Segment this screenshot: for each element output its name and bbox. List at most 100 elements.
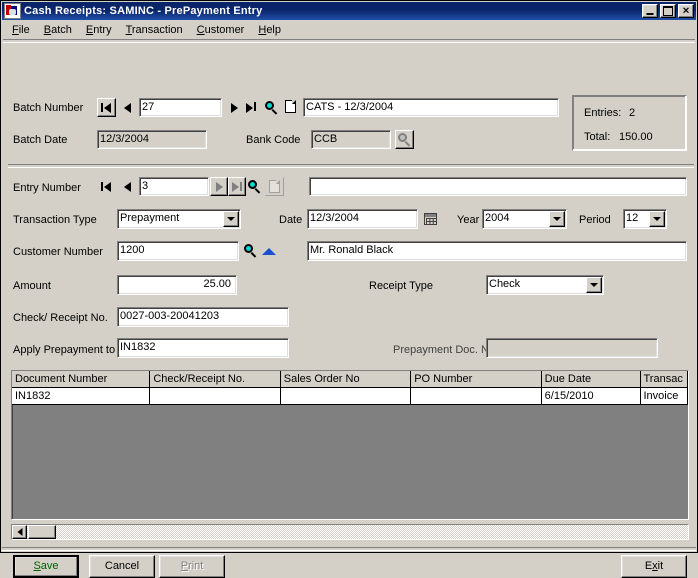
apply-prepayment-label: Apply Prepayment to: [13, 344, 115, 356]
cancel-button-label: Cancel: [105, 560, 139, 572]
menu-item-customer[interactable]: Customer: [190, 22, 252, 38]
menu-bar: File Batch Entry Transaction Customer He…: [1, 21, 697, 39]
grid-cell[interactable]: [281, 388, 411, 404]
grid-body: IN1832 6/15/2010Invoice: [12, 388, 688, 405]
batch-prev-button[interactable]: [120, 98, 137, 117]
grid-column-header[interactable]: Document Number: [12, 371, 150, 387]
scrollbar-thumb[interactable]: [28, 525, 56, 539]
date-label: Date: [279, 214, 302, 226]
batch-date-label: Batch Date: [13, 134, 67, 146]
title-bar: Cash Receipts: SAMINC - PrePayment Entry…: [2, 2, 696, 20]
batch-section-divider: [8, 164, 694, 168]
transaction-type-chevron-down-icon[interactable]: [223, 211, 239, 227]
grid-header-row: Document NumberCheck/Receipt No.Sales Or…: [12, 371, 688, 388]
app-icon: [4, 3, 21, 19]
year-select[interactable]: 2004: [482, 209, 567, 229]
grid-column-header[interactable]: Due Date: [542, 371, 641, 387]
menu-item-transaction[interactable]: Transaction: [119, 22, 190, 38]
grid-column-header[interactable]: Sales Order No: [281, 371, 411, 387]
batch-date-input: 12/3/2004: [97, 130, 207, 149]
menu-item-entry[interactable]: Entry: [79, 22, 119, 38]
entry-number-input[interactable]: 3: [139, 177, 209, 196]
documents-grid[interactable]: Document NumberCheck/Receipt No.Sales Or…: [11, 370, 689, 520]
customer-number-input[interactable]: 1200: [117, 241, 239, 261]
grid-cell[interactable]: [411, 388, 541, 404]
batch-number-input[interactable]: 27: [139, 98, 222, 117]
entry-first-button[interactable]: [99, 177, 117, 196]
grid-cell[interactable]: IN1832: [12, 388, 150, 404]
grid-cell[interactable]: Invoice: [641, 388, 688, 404]
scroll-left-button[interactable]: [12, 525, 27, 539]
print-button: Print: [159, 555, 225, 578]
prepayment-doc-no-input: [486, 338, 658, 358]
menu-item-file[interactable]: File: [5, 22, 37, 38]
receipt-type-select[interactable]: Check: [486, 275, 604, 295]
year-value: 2004: [485, 212, 509, 224]
transaction-type-label: Transaction Type: [13, 214, 97, 226]
window-controls: ✕: [642, 4, 695, 18]
period-select[interactable]: 12: [623, 209, 667, 229]
entry-last-button: [228, 177, 246, 196]
maximize-button[interactable]: [660, 4, 676, 18]
transaction-type-select[interactable]: Prepayment: [117, 209, 241, 229]
bank-code-input: CCB: [311, 130, 391, 149]
prepayment-doc-no-label: Prepayment Doc. No.: [393, 344, 498, 356]
batch-first-button[interactable]: [97, 98, 116, 117]
menu-item-help[interactable]: Help: [251, 22, 288, 38]
cancel-button[interactable]: Cancel: [89, 555, 155, 578]
entry-number-label: Entry Number: [13, 182, 81, 194]
receipt-type-value: Check: [489, 278, 520, 290]
batch-search-icon[interactable]: [265, 101, 279, 115]
print-button-label: Print: [181, 560, 204, 572]
close-button[interactable]: ✕: [678, 4, 694, 18]
customer-drill-up-icon[interactable]: [262, 248, 276, 255]
window-title: Cash Receipts: SAMINC - PrePayment Entry: [24, 5, 642, 17]
entries-value: 2: [629, 107, 635, 119]
year-label: Year: [457, 214, 479, 226]
grid-column-header[interactable]: PO Number: [411, 371, 541, 387]
grid-cell[interactable]: 6/15/2010: [542, 388, 641, 404]
date-input[interactable]: 12/3/2004: [307, 209, 418, 229]
application-window: Cash Receipts: SAMINC - PrePayment Entry…: [0, 0, 698, 553]
entries-label: Entries:: [584, 107, 621, 119]
batch-new-icon[interactable]: [285, 100, 296, 113]
grid-column-header[interactable]: Transac: [641, 371, 688, 387]
footer-divider: [2, 547, 696, 551]
grid-column-header[interactable]: Check/Receipt No.: [150, 371, 280, 387]
grid-cell[interactable]: [150, 388, 280, 404]
year-chevron-down-icon[interactable]: [549, 211, 565, 227]
exit-button-label: Exit: [645, 560, 663, 572]
amount-input[interactable]: 25.00: [117, 275, 237, 295]
entry-description-input[interactable]: [309, 177, 687, 196]
save-button[interactable]: Save: [13, 555, 79, 578]
check-receipt-no-input[interactable]: 0027-003-20041203: [117, 307, 289, 327]
check-receipt-no-label: Check/ Receipt No.: [13, 312, 108, 324]
receipt-type-chevron-down-icon[interactable]: [586, 277, 602, 293]
apply-prepayment-input[interactable]: IN1832: [117, 338, 289, 358]
batch-number-label: Batch Number: [13, 102, 83, 114]
exit-button[interactable]: Exit: [621, 555, 687, 578]
period-chevron-down-icon[interactable]: [649, 211, 665, 227]
grid-horizontal-scrollbar[interactable]: [11, 524, 689, 540]
entry-next-button: [210, 177, 228, 196]
period-value: 12: [626, 212, 638, 224]
amount-label: Amount: [13, 280, 51, 292]
batch-description-input[interactable]: CATS - 12/3/2004: [303, 98, 559, 117]
batch-last-button[interactable]: [244, 98, 263, 117]
receipt-type-label: Receipt Type: [369, 280, 433, 292]
minimize-button[interactable]: [642, 4, 658, 18]
calendar-icon[interactable]: [424, 213, 437, 225]
customer-name-input[interactable]: Mr. Ronald Black: [307, 241, 687, 261]
period-label: Period: [579, 214, 611, 226]
menu-item-batch[interactable]: Batch: [37, 22, 79, 38]
customer-search-icon[interactable]: [244, 244, 258, 258]
batch-next-button[interactable]: [227, 98, 244, 117]
entry-prev-button[interactable]: [120, 177, 137, 196]
save-button-label: Save: [33, 560, 58, 572]
total-label: Total:: [584, 131, 610, 143]
menu-divider: [3, 39, 695, 43]
customer-number-label: Customer Number: [13, 246, 103, 258]
transaction-type-value: Prepayment: [120, 212, 179, 224]
table-row[interactable]: IN1832 6/15/2010Invoice: [12, 388, 688, 405]
entry-search-icon[interactable]: [248, 180, 262, 194]
